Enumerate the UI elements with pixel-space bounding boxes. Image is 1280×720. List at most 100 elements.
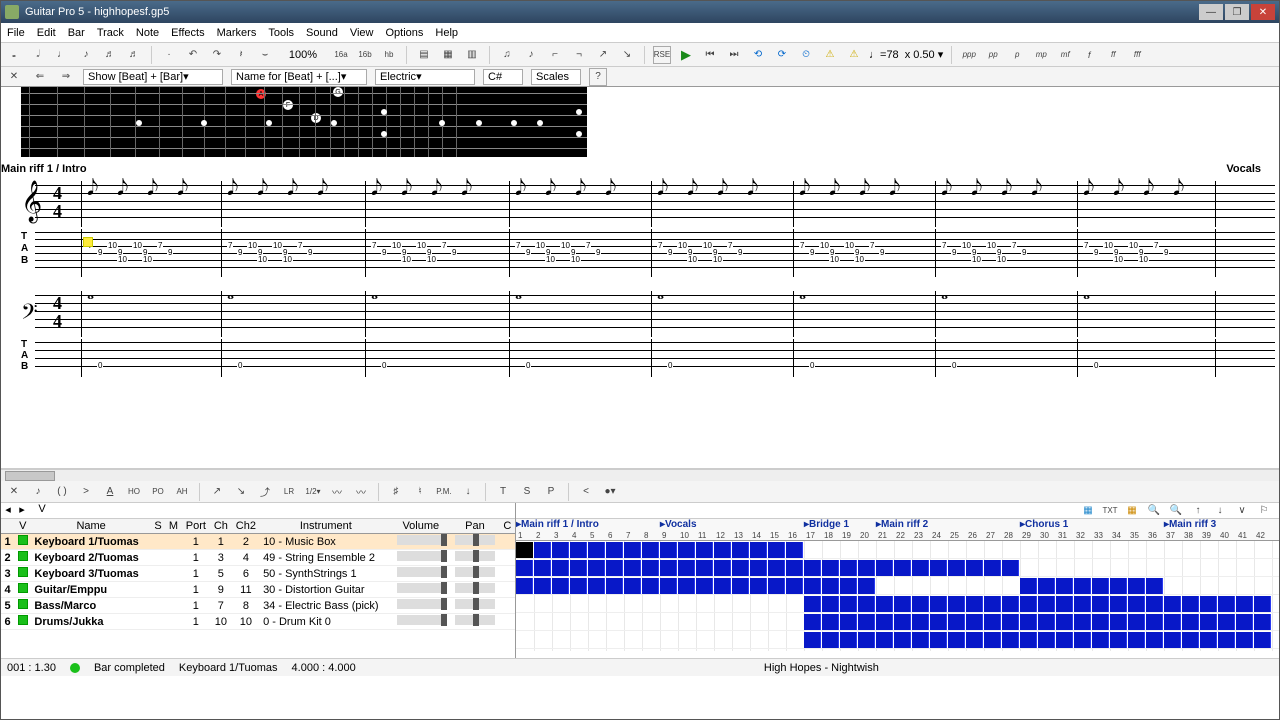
- left-icon[interactable]: ⇐: [31, 68, 49, 86]
- dyn-ppp-icon[interactable]: ppp: [960, 46, 978, 64]
- vibrato-icon[interactable]: 〰: [328, 483, 346, 501]
- menu-view[interactable]: View: [350, 27, 374, 39]
- tuplet-icon[interactable]: 1/2▾: [304, 483, 322, 501]
- timeline-row[interactable]: [516, 595, 1279, 613]
- track-col-header[interactable]: [1, 519, 14, 534]
- track-col-header[interactable]: Name: [31, 519, 150, 534]
- note-sixteenth-icon[interactable]: ♬: [101, 46, 119, 64]
- slide-down-icon[interactable]: ↘: [232, 483, 250, 501]
- tl-color-icon[interactable]: ▦: [1123, 503, 1141, 520]
- pull-icon[interactable]: PO: [149, 483, 167, 501]
- tl-zoom-out-icon[interactable]: 🔍: [1167, 503, 1185, 520]
- key-combo[interactable]: C#: [483, 69, 523, 85]
- view-page-icon[interactable]: ▤: [415, 46, 433, 64]
- tempo-display[interactable]: ♩=78: [869, 49, 899, 61]
- tl-down-icon[interactable]: ↓: [1211, 503, 1229, 520]
- menu-note[interactable]: Note: [136, 27, 159, 39]
- menu-effects[interactable]: Effects: [171, 27, 204, 39]
- track-col-header[interactable]: V: [14, 519, 31, 534]
- single-icon[interactable]: ♪: [522, 46, 540, 64]
- dotted-icon[interactable]: ·: [160, 46, 178, 64]
- track-col-header[interactable]: Port: [182, 519, 210, 534]
- bend-icon[interactable]: AH: [173, 483, 191, 501]
- slide-icon[interactable]: ↗: [208, 483, 226, 501]
- accent-icon[interactable]: ( ): [53, 483, 71, 501]
- tempo-double-icon[interactable]: 16b: [356, 46, 374, 64]
- table-row[interactable]: 6Drums/Jukka110100 - Drum Kit 0: [1, 614, 515, 630]
- warn2-icon[interactable]: ⚠: [845, 46, 863, 64]
- warn-icon[interactable]: ⚠: [821, 46, 839, 64]
- dead-note-icon[interactable]: ✕: [5, 483, 23, 501]
- track-col-header[interactable]: Ch: [210, 519, 232, 534]
- grace-icon[interactable]: ♯: [387, 483, 405, 501]
- bracket1-icon[interactable]: ⌐: [546, 46, 564, 64]
- table-row[interactable]: 1Keyboard 1/Tuomas11210 - Music Box: [1, 534, 515, 550]
- text-t-icon[interactable]: T: [494, 483, 512, 501]
- score-area[interactable]: Main riff 1 / Intro Vocals 𝄞 4 4 𝅘𝅥𝅮𝅘𝅥𝅮𝅘…: [1, 159, 1279, 469]
- note-whole-icon[interactable]: 𝅝: [5, 46, 23, 64]
- wide-vibrato-icon[interactable]: 〰: [352, 483, 370, 501]
- menu-help[interactable]: Help: [435, 27, 458, 39]
- timeline[interactable]: ▦ TXT ▦ 🔍 🔍 ↑ ↓ ∨ ⚐ 12345678910111213141…: [516, 503, 1279, 658]
- triplet-icon[interactable]: hb: [380, 46, 398, 64]
- dyn-mp-icon[interactable]: mp: [1032, 46, 1050, 64]
- tl-flag-icon[interactable]: ⚐: [1255, 503, 1273, 520]
- track-col-header[interactable]: C: [500, 519, 515, 534]
- timeline-grid[interactable]: [516, 541, 1279, 651]
- multitrack-icon[interactable]: ♫: [498, 46, 516, 64]
- menu-sound[interactable]: Sound: [306, 27, 338, 39]
- text-s-icon[interactable]: S: [518, 483, 536, 501]
- menu-bar[interactable]: Bar: [68, 27, 85, 39]
- dyn-fff-icon[interactable]: fff: [1128, 46, 1146, 64]
- arrow-down-icon[interactable]: ↘: [618, 46, 636, 64]
- rest-icon[interactable]: 𝄽: [232, 46, 250, 64]
- heavy-accent-icon[interactable]: >: [77, 483, 95, 501]
- ghost-note-icon[interactable]: ♪: [29, 483, 47, 501]
- timeline-row[interactable]: [516, 613, 1279, 631]
- track-v-header[interactable]: V: [35, 503, 49, 518]
- bracket2-icon[interactable]: ¬: [570, 46, 588, 64]
- note-half-icon[interactable]: 𝅗𝅥: [29, 46, 47, 64]
- tuning-combo[interactable]: Electric ▾: [375, 69, 475, 85]
- timeline-row[interactable]: [516, 541, 1279, 559]
- timeline-row[interactable]: [516, 631, 1279, 649]
- score-hscroll[interactable]: [1, 469, 1279, 481]
- track-col-header[interactable]: S: [151, 519, 165, 534]
- menu-markers[interactable]: Markers: [217, 27, 257, 39]
- arrow-up-icon[interactable]: ↗: [594, 46, 612, 64]
- loop-section-icon[interactable]: ⟳: [773, 46, 791, 64]
- minimize-button[interactable]: —: [1199, 4, 1223, 20]
- loop-icon[interactable]: ⟲: [749, 46, 767, 64]
- zoom-combo[interactable]: 100%: [280, 49, 326, 61]
- help-icon[interactable]: ?: [589, 68, 607, 86]
- tl-txt-icon[interactable]: TXT: [1101, 503, 1119, 520]
- track-col-header[interactable]: M: [165, 519, 181, 534]
- redo-icon[interactable]: ↷: [208, 46, 226, 64]
- wah-icon[interactable]: ●▾: [601, 483, 619, 501]
- timeline-marker[interactable]: ▸Vocals: [660, 519, 697, 530]
- dyn-p-icon[interactable]: p: [1008, 46, 1026, 64]
- prev-button[interactable]: ⏮: [701, 46, 719, 64]
- text-p-icon[interactable]: P: [542, 483, 560, 501]
- tie-icon[interactable]: ⌣: [256, 46, 274, 64]
- menu-options[interactable]: Options: [386, 27, 424, 39]
- track-prev-icon[interactable]: ◂: [1, 503, 15, 518]
- dyn-mf-icon[interactable]: mf: [1056, 46, 1074, 64]
- timeline-marker[interactable]: ▸Main riff 2: [876, 519, 928, 530]
- menu-file[interactable]: File: [7, 27, 25, 39]
- slide-legato-icon[interactable]: ⤴: [256, 483, 274, 501]
- close-panel-icon[interactable]: ✕: [5, 68, 23, 86]
- track-col-header[interactable]: Ch2: [232, 519, 260, 534]
- maximize-button[interactable]: ❐: [1225, 4, 1249, 20]
- tl-up-icon[interactable]: ↑: [1189, 503, 1207, 520]
- track-next-icon[interactable]: ▸: [15, 503, 29, 518]
- timeline-row[interactable]: [516, 577, 1279, 595]
- right-icon[interactable]: ⇒: [57, 68, 75, 86]
- show-combo[interactable]: Show [Beat] + [Bar] ▾: [83, 69, 223, 85]
- timeline-marker[interactable]: ▸Main riff 1 / Intro: [516, 519, 599, 530]
- menu-track[interactable]: Track: [97, 27, 124, 39]
- menu-edit[interactable]: Edit: [37, 27, 56, 39]
- undo-icon[interactable]: ↶: [184, 46, 202, 64]
- tl-v-icon[interactable]: ∨: [1233, 503, 1251, 520]
- note-quarter-icon[interactable]: ♩: [53, 46, 71, 64]
